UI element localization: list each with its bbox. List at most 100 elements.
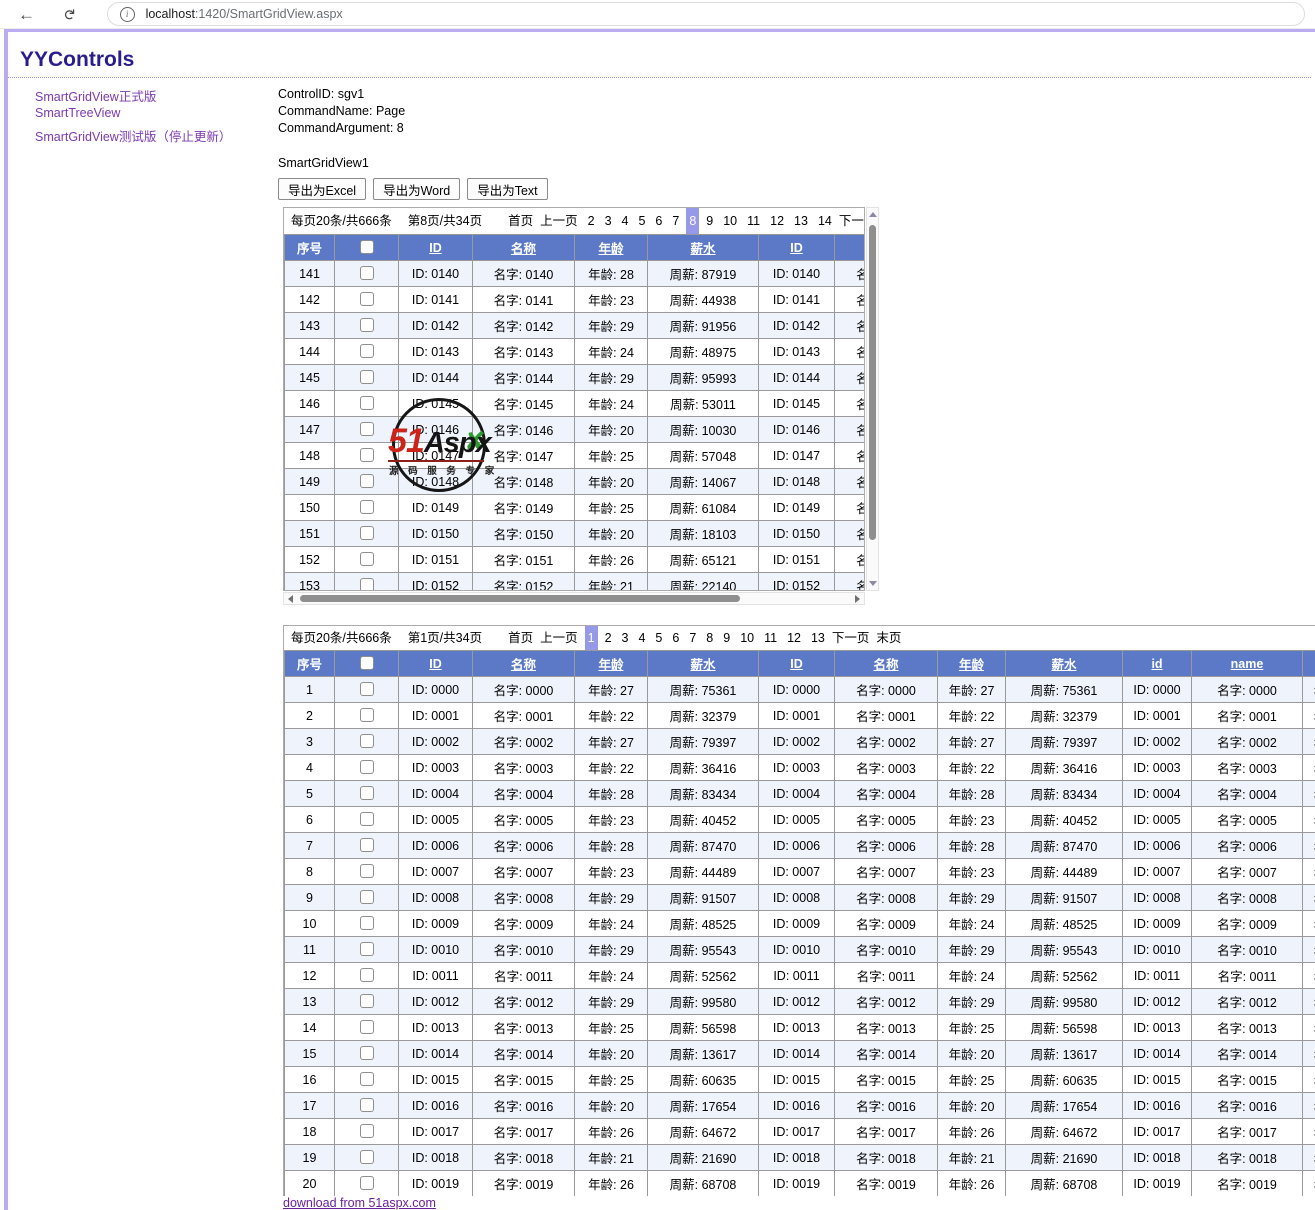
sort-link[interactable]: 薪水 <box>1051 658 1076 672</box>
pager-page-6[interactable]: 6 <box>652 208 665 234</box>
sort-link[interactable]: 薪水 <box>690 658 715 672</box>
export-text-button[interactable]: 导出为Text <box>467 178 547 200</box>
nav-link-smartgridview-release[interactable]: SmartGridView正式版 <box>35 86 156 105</box>
row-checkbox[interactable] <box>360 1098 374 1112</box>
pager-page-5[interactable]: 5 <box>652 626 665 650</box>
row-checkbox[interactable] <box>360 1072 374 1086</box>
pager-page-10[interactable]: 10 <box>720 208 740 234</box>
row-checkbox[interactable] <box>360 760 374 774</box>
row-checkbox[interactable] <box>360 994 374 1008</box>
back-arrow-icon[interactable]: ← <box>18 6 35 23</box>
refresh-icon[interactable]: ↻ <box>61 8 76 21</box>
pager-page-13[interactable]: 13 <box>791 208 811 234</box>
row-checkbox[interactable] <box>360 812 374 826</box>
grid1-vertical-scrollbar[interactable] <box>866 207 879 591</box>
info-icon[interactable]: i <box>120 7 135 22</box>
row-checkbox[interactable] <box>360 1046 374 1060</box>
nav-link-smarttreeview[interactable]: SmartTreeView <box>35 106 120 120</box>
export-word-button[interactable]: 导出为Word <box>373 178 460 200</box>
pager-page-2[interactable]: 2 <box>585 208 598 234</box>
pager-page-7[interactable]: 7 <box>669 208 682 234</box>
horizontal-scroll-thumb[interactable] <box>300 595 740 602</box>
pager-page-7[interactable]: 7 <box>686 626 699 650</box>
sort-link[interactable]: 薪水 <box>690 242 715 256</box>
row-checkbox[interactable] <box>360 968 374 982</box>
pager-page-8[interactable]: 8 <box>686 208 699 234</box>
column-header-sort[interactable]: 名称 <box>835 651 938 677</box>
pager-page-8[interactable]: 8 <box>703 626 716 650</box>
row-checkbox[interactable] <box>360 1176 374 1190</box>
pager-next[interactable]: 下一页 <box>832 631 870 645</box>
row-checkbox[interactable] <box>360 526 374 540</box>
column-header-sort[interactable]: ID <box>759 651 835 677</box>
column-header-sort[interactable]: ID <box>759 235 835 261</box>
row-checkbox[interactable] <box>360 708 374 722</box>
sort-link[interactable]: ID <box>790 657 803 671</box>
row-checkbox[interactable] <box>360 838 374 852</box>
nav-link-smartgridview-test[interactable]: SmartGridView测试版（停止更新） <box>35 126 231 145</box>
row-checkbox[interactable] <box>360 734 374 748</box>
pager-page-6[interactable]: 6 <box>669 626 682 650</box>
sort-link[interactable]: name <box>1231 657 1264 671</box>
sort-link[interactable]: 名称 <box>511 242 536 256</box>
row-checkbox[interactable] <box>360 422 374 436</box>
row-checkbox[interactable] <box>360 682 374 696</box>
pager-page-9[interactable]: 9 <box>703 208 716 234</box>
footer-download-link[interactable]: download from 51aspx.com <box>283 1196 436 1210</box>
vertical-scroll-thumb[interactable] <box>869 225 876 540</box>
column-header-sort[interactable]: ID <box>399 651 473 677</box>
row-checkbox[interactable] <box>360 1124 374 1138</box>
pager-page-3[interactable]: 3 <box>602 208 615 234</box>
pager-page-13[interactable]: 13 <box>808 626 828 650</box>
sort-link[interactable]: id <box>1151 657 1162 671</box>
grid1-horizontal-scrollbar[interactable] <box>283 592 865 605</box>
select-all-checkbox[interactable] <box>360 656 374 670</box>
pager-page-1[interactable]: 1 <box>585 626 598 650</box>
pager-first[interactable]: 首页 <box>508 631 533 645</box>
column-header-sort[interactable]: 薪水 <box>648 651 759 677</box>
sort-link[interactable]: ID <box>790 241 803 255</box>
pager-page-3[interactable]: 3 <box>619 626 632 650</box>
pager-page-4[interactable]: 4 <box>619 208 632 234</box>
row-checkbox[interactable] <box>360 396 374 410</box>
pager-prev[interactable]: 上一页 <box>540 631 578 645</box>
pager-page-14[interactable]: 14 <box>815 208 835 234</box>
sort-link[interactable]: 名称 <box>511 658 536 672</box>
column-header-sort[interactable]: ID <box>399 235 473 261</box>
scroll-up-arrow-icon[interactable] <box>869 212 877 217</box>
pager-next[interactable]: 下一页 <box>839 214 865 228</box>
column-header-sort[interactable]: 年龄 <box>938 651 1006 677</box>
row-checkbox[interactable] <box>360 890 374 904</box>
column-header-sort[interactable]: 年龄 <box>1303 651 1315 677</box>
sort-link[interactable]: ID <box>429 241 442 255</box>
sort-link[interactable]: 年龄 <box>598 242 623 256</box>
row-checkbox[interactable] <box>360 500 374 514</box>
column-header-sort[interactable]: 名称 <box>473 651 575 677</box>
row-checkbox[interactable] <box>360 318 374 332</box>
column-header-sort[interactable]: 年龄 <box>575 651 648 677</box>
column-header-sort[interactable]: 名称 <box>835 235 866 261</box>
row-checkbox[interactable] <box>360 786 374 800</box>
row-checkbox[interactable] <box>360 344 374 358</box>
sort-link[interactable]: ID <box>429 657 442 671</box>
pager-page-11[interactable]: 11 <box>761 626 780 650</box>
column-header-sort[interactable]: id <box>1123 651 1192 677</box>
row-checkbox[interactable] <box>360 266 374 280</box>
pager-page-12[interactable]: 12 <box>767 208 787 234</box>
sort-link[interactable]: 年龄 <box>598 658 623 672</box>
row-checkbox[interactable] <box>360 448 374 462</box>
row-checkbox[interactable] <box>360 292 374 306</box>
row-checkbox[interactable] <box>360 578 374 591</box>
pager-page-10[interactable]: 10 <box>737 626 757 650</box>
pager-page-5[interactable]: 5 <box>635 208 648 234</box>
row-checkbox[interactable] <box>360 552 374 566</box>
row-checkbox[interactable] <box>360 474 374 488</box>
column-header-sort[interactable]: 薪水 <box>1006 651 1123 677</box>
pager-page-2[interactable]: 2 <box>602 626 615 650</box>
address-bar[interactable]: i localhost:1420/SmartGridView.aspx <box>107 2 1305 26</box>
row-checkbox[interactable] <box>360 1150 374 1164</box>
column-header-sort[interactable]: 薪水 <box>648 235 759 261</box>
sort-link[interactable]: 年龄 <box>959 658 984 672</box>
pager-page-11[interactable]: 11 <box>744 208 763 234</box>
column-header-sort[interactable]: 年龄 <box>575 235 648 261</box>
